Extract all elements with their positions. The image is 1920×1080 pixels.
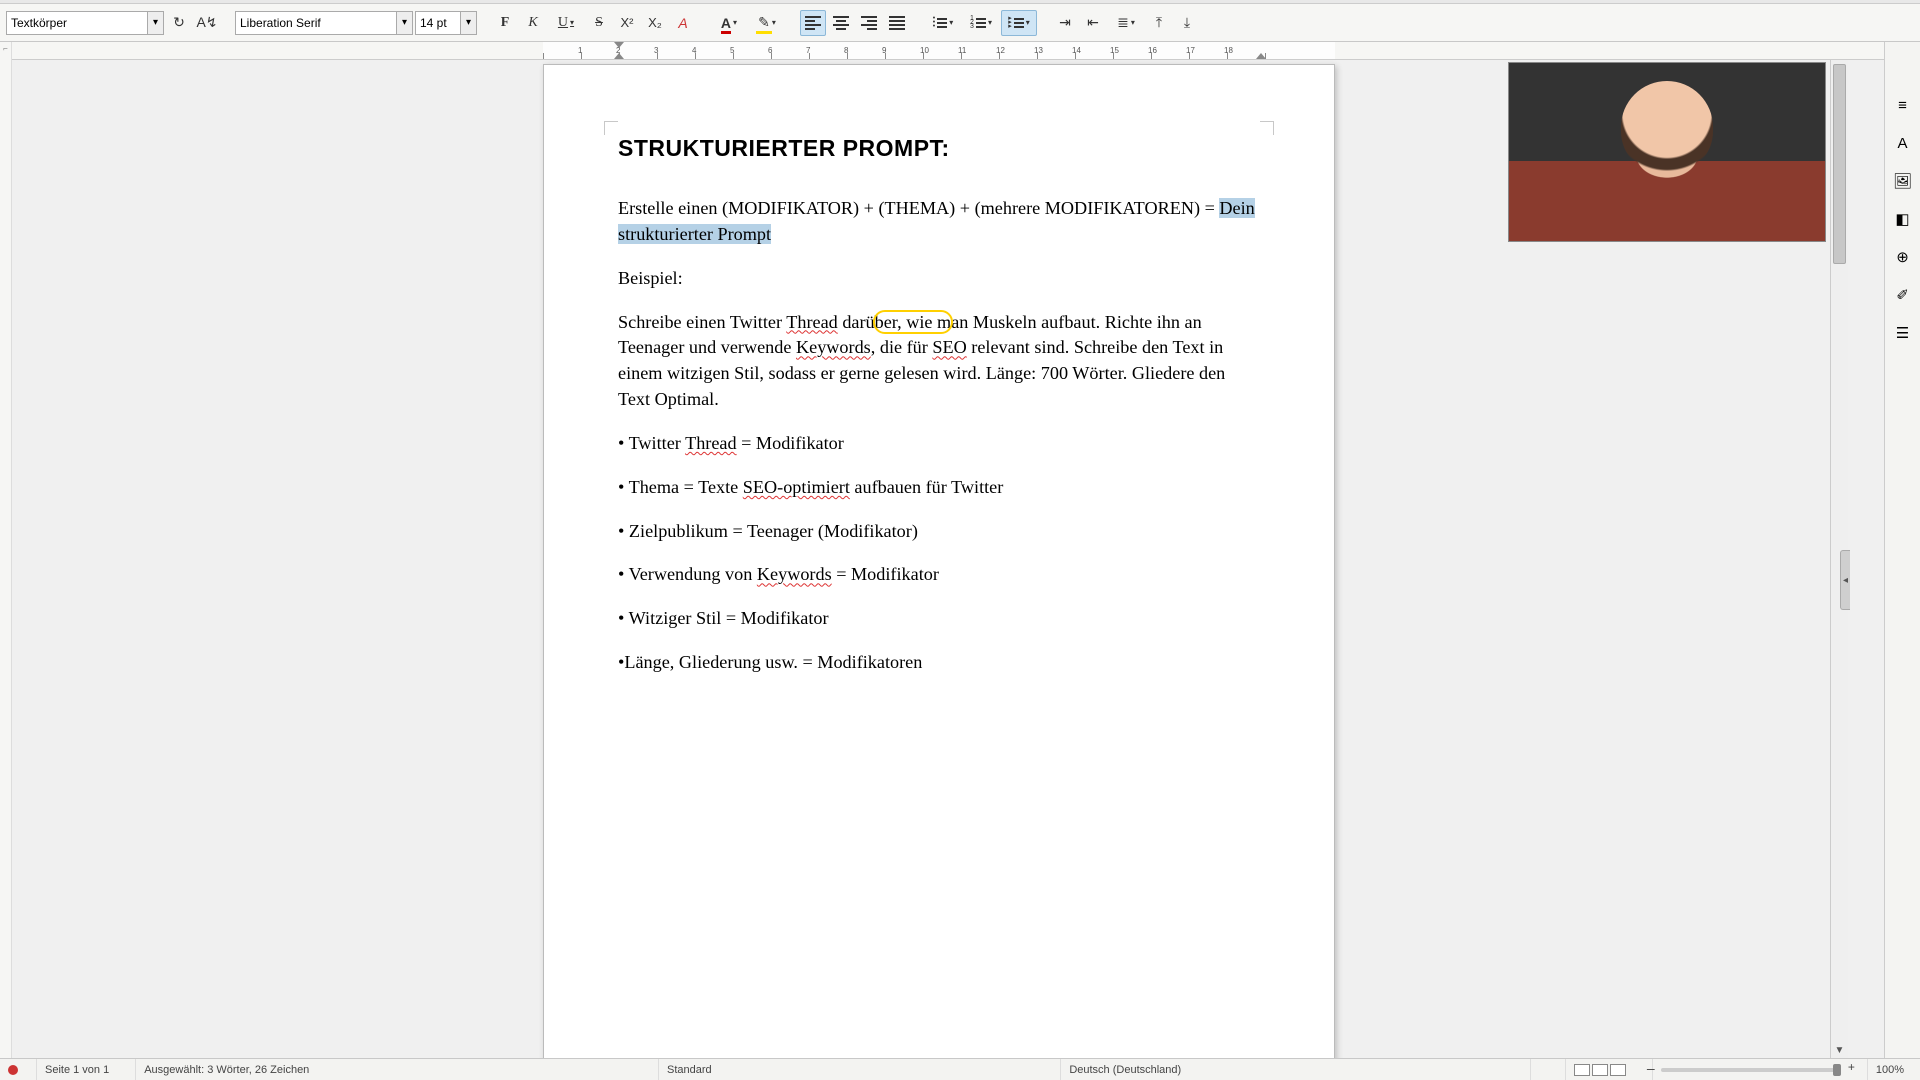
selection-info: Ausgewählt: 3 Wörter, 26 Zeichen [135, 1059, 317, 1080]
bold-button[interactable]: F [492, 10, 518, 36]
view-layout-icons[interactable] [1565, 1059, 1634, 1080]
style-inspector-icon[interactable]: ✐ [1890, 282, 1916, 308]
underline-button[interactable]: U▾ [548, 10, 584, 36]
chevron-down-icon[interactable]: ▾ [147, 12, 163, 34]
cursor-highlight[interactable]: ber, wie m [875, 312, 952, 332]
update-style-button[interactable]: ↻ [166, 10, 192, 36]
sidebar-deck: ≡ A 🖼 ◧ ⊕ ✐ ☰ [1884, 42, 1920, 1058]
spellcheck-word[interactable]: Thread [786, 312, 838, 332]
font-color-button[interactable]: A▾ [711, 10, 747, 36]
bullet-list[interactable]: • Twitter Thread = Modifikator • Thema = … [618, 431, 1260, 676]
list-item[interactable]: • Verwendung von Keywords = Modifikator [618, 562, 1260, 588]
highlight-color-button[interactable]: ✎▾ [749, 10, 785, 36]
spellcheck-word[interactable]: Keywords [796, 337, 871, 357]
increase-indent-button[interactable]: ⇥ [1052, 10, 1078, 36]
gallery-panel-icon[interactable]: 🖼 [1890, 168, 1916, 194]
line-spacing-button[interactable]: ≣▾ [1108, 10, 1144, 36]
zoom-percent[interactable]: 100% [1867, 1059, 1912, 1080]
font-name-combo[interactable]: ▾ [235, 11, 413, 35]
status-bar: Seite 1 von 1 Ausgewählt: 3 Wörter, 26 Z… [0, 1058, 1920, 1080]
new-style-button[interactable]: A↯ [194, 10, 220, 36]
page-style[interactable]: Standard [658, 1059, 720, 1080]
language-status[interactable]: Deutsch (Deutschland) [1060, 1059, 1189, 1080]
list-item[interactable]: • Zielpublikum = Teenager (Modifikator) [618, 519, 1260, 545]
styles-panel-icon[interactable]: A [1890, 130, 1916, 156]
align-right-button[interactable] [856, 10, 882, 36]
font-name-input[interactable] [236, 12, 396, 34]
text[interactable]: Erstelle einen (MODIFIKATOR) + (THEMA) +… [618, 198, 1219, 218]
increase-spacing-button[interactable]: ⤒ [1146, 10, 1172, 36]
outline-list-button[interactable]: ▸▸▸▾ [1001, 10, 1037, 36]
margin-corner-icon [1260, 121, 1274, 135]
insert-mode[interactable] [1530, 1059, 1547, 1080]
number-list-button[interactable]: 123▾ [963, 10, 999, 36]
list-item[interactable]: •Länge, Gliederung usw. = Modifikatoren [618, 650, 1260, 676]
text[interactable]: gelesen [884, 363, 939, 383]
sidebar-collapse-handle[interactable]: ◂ [1840, 550, 1850, 610]
horizontal-ruler[interactable]: 123456789101112131415161718 [543, 42, 1335, 60]
align-justify-button[interactable] [884, 10, 910, 36]
superscript-button[interactable]: X² [614, 10, 640, 36]
list-item[interactable]: • Twitter Thread = Modifikator [618, 431, 1260, 457]
properties-panel-icon[interactable]: ≡ [1890, 92, 1916, 118]
label-beispiel[interactable]: Beispiel: [618, 266, 1260, 292]
text[interactable]: darü [838, 312, 875, 332]
list-item[interactable]: • Witziger Stil = Modifikator [618, 606, 1260, 632]
decrease-indent-button[interactable]: ⇤ [1080, 10, 1106, 36]
page[interactable]: STRUKTURIERTER PROMPT: Erstelle einen (M… [543, 64, 1335, 1058]
paragraph-style-input[interactable] [7, 12, 147, 34]
navigator-panel-icon[interactable]: ◧ [1890, 206, 1916, 232]
work-area: ⌐ 123456789101112131415161718 STRUKTURIE… [0, 42, 1920, 1058]
clear-formatting-button[interactable]: A [670, 10, 696, 36]
chevron-down-icon[interactable]: ▾ [460, 12, 476, 34]
page-panel-icon[interactable]: ⊕ [1890, 244, 1916, 270]
align-center-button[interactable] [828, 10, 854, 36]
bullet-list-button[interactable]: •••▾ [925, 10, 961, 36]
decrease-spacing-button[interactable]: ⤓ [1174, 10, 1200, 36]
zoom-slider[interactable] [1652, 1059, 1849, 1080]
page-count[interactable]: Seite 1 von 1 [36, 1059, 117, 1080]
margin-corner-icon [604, 121, 618, 135]
document-body[interactable]: STRUKTURIERTER PROMPT: Erstelle einen (M… [618, 135, 1260, 676]
text[interactable]: Schreibe einen Twitter [618, 312, 786, 332]
align-left-button[interactable] [800, 10, 826, 36]
font-size-input[interactable] [416, 12, 460, 34]
italic-button[interactable]: K [520, 10, 546, 36]
example-paragraph[interactable]: Schreibe einen Twitter Thread darüber, w… [618, 310, 1260, 413]
font-size-combo[interactable]: ▾ [415, 11, 477, 35]
paragraph-style-combo[interactable]: ▾ [6, 11, 164, 35]
scrollbar-thumb[interactable] [1833, 64, 1846, 264]
modified-indicator-icon [8, 1065, 18, 1075]
ruler-margin-right [1335, 42, 1884, 60]
vertical-ruler: ⌐ [0, 42, 12, 1058]
list-item[interactable]: • Thema = Texte SEO-optimiert aufbauen f… [618, 475, 1260, 501]
document-viewport[interactable]: 123456789101112131415161718 STRUKTURIERT… [12, 42, 1884, 1058]
formula-paragraph[interactable]: Erstelle einen (MODIFIKATOR) + (THEMA) +… [618, 196, 1260, 248]
ruler-margin-left [12, 42, 543, 60]
strikethrough-button[interactable]: S [586, 10, 612, 36]
subscript-button[interactable]: X₂ [642, 10, 668, 36]
spellcheck-word[interactable]: SEO [932, 337, 966, 357]
webcam-overlay [1508, 62, 1826, 242]
chevron-down-icon[interactable]: ▾ [396, 12, 412, 34]
manage-changes-icon[interactable]: ☰ [1890, 320, 1916, 346]
formatting-toolbar: ▾ ↻ A↯ ▾ ▾ F K U▾ S X² X₂ A A▾ ✎▾ •••▾ 1… [0, 4, 1920, 42]
scroll-down-icon[interactable]: ▼ [1831, 1042, 1848, 1058]
text[interactable]: , die für [871, 337, 933, 357]
heading[interactable]: STRUKTURIERTER PROMPT: [618, 135, 1260, 162]
